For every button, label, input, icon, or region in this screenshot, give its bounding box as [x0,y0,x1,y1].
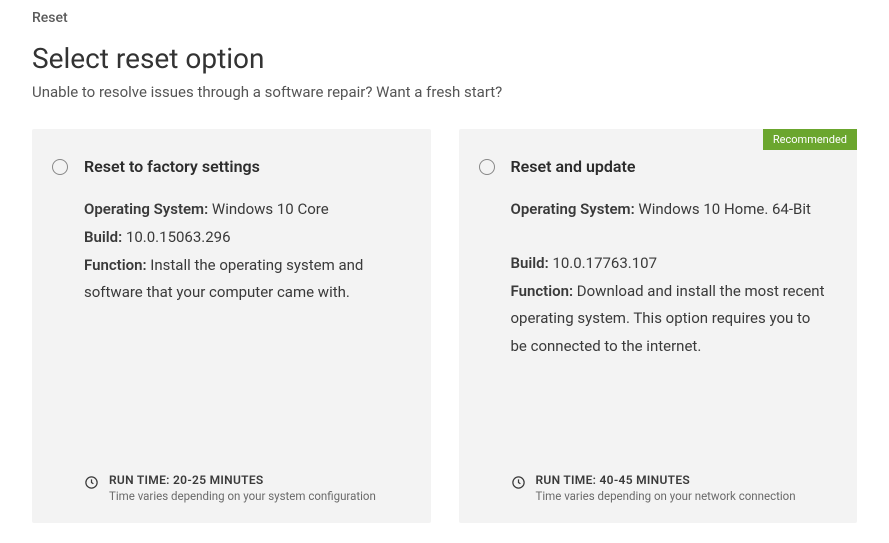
card-title: Reset and update [511,157,636,176]
card-factory-reset[interactable]: Reset to factory settings Operating Syst… [32,129,431,523]
spec-os: Operating System: Windows 10 Core [84,196,403,224]
spec-build: Build: 10.0.17763.107 [511,250,830,278]
radio-factory-reset[interactable] [52,159,68,175]
clock-icon [511,475,526,490]
spec-function: Function: Install the operating system a… [84,252,403,308]
runtime-text: RUN TIME: 20-25 MINUTES [109,473,376,487]
card-reset-update[interactable]: Recommended Reset and update Operating S… [459,129,858,523]
spec-function: Function: Download and install the most … [511,278,830,361]
varies-text: Time varies depending on your system con… [109,489,376,503]
varies-text: Time varies depending on your network co… [536,489,796,503]
card-title: Reset to factory settings [84,157,260,176]
breadcrumb[interactable]: Reset [32,10,857,26]
page-subtitle: Unable to resolve issues through a softw… [32,83,857,101]
clock-icon [84,475,99,490]
spec-os: Operating System: Windows 10 Home. 64-Bi… [511,196,830,224]
recommended-badge: Recommended [763,129,857,150]
page-title: Select reset option [32,42,857,75]
radio-reset-update[interactable] [479,159,495,175]
spec-build: Build: 10.0.15063.296 [84,224,403,252]
cards-row: Reset to factory settings Operating Syst… [32,129,857,523]
runtime-text: RUN TIME: 40-45 MINUTES [536,473,796,487]
